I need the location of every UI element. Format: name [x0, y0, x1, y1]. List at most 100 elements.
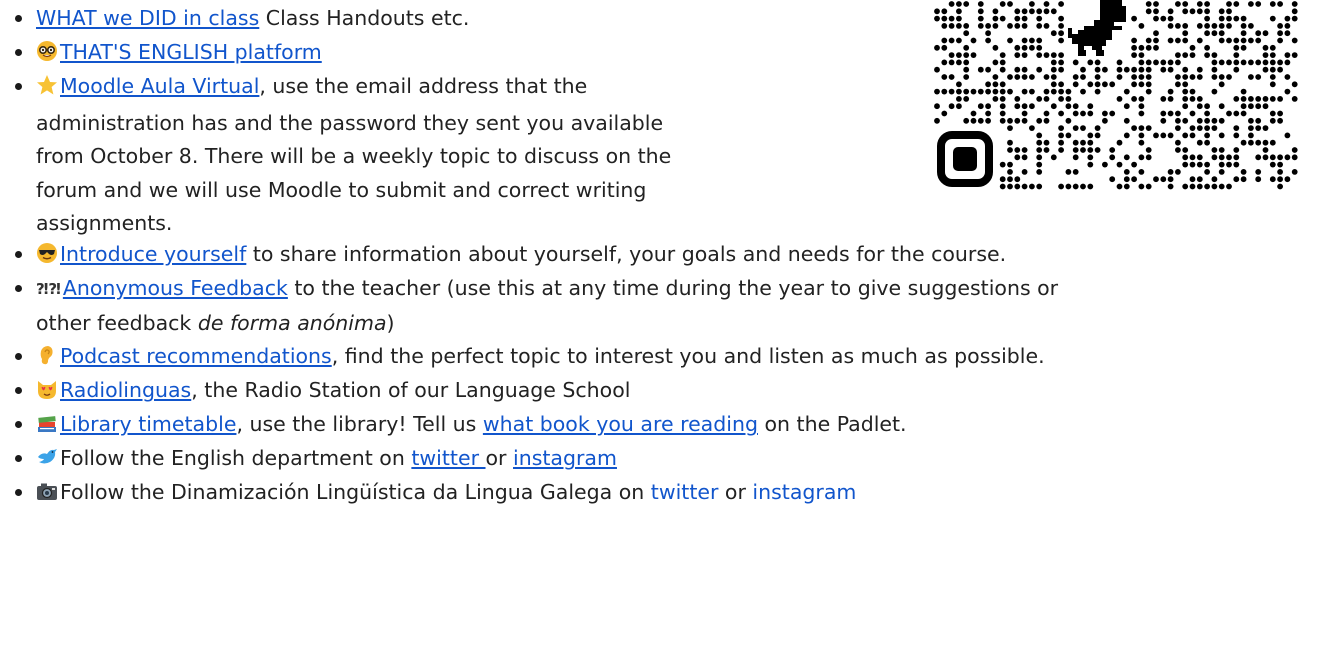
qr-dot — [1102, 117, 1108, 124]
qr-dot — [1182, 30, 1189, 37]
qr-dot — [1262, 66, 1269, 73]
qr-dot — [1050, 81, 1057, 88]
qr-dot — [999, 96, 1006, 102]
qr-dot — [1284, 132, 1291, 139]
qr-dot — [1204, 125, 1210, 131]
link-radiolinguas[interactable]: Radiolinguas — [60, 378, 191, 402]
qr-dot — [1021, 8, 1028, 15]
qr-dot — [1138, 44, 1145, 51]
qr-dot — [1021, 154, 1028, 161]
qr-dot — [1211, 183, 1218, 190]
qr-dot — [1116, 139, 1123, 146]
qr-dot — [1291, 81, 1298, 88]
qr-dot — [999, 110, 1006, 117]
link-thats-english[interactable]: THAT'S ENGLISH platform — [60, 40, 322, 64]
qr-dot — [1138, 103, 1145, 110]
qr-dot — [1189, 44, 1196, 51]
qr-dot — [1226, 37, 1232, 44]
qr-dot — [1014, 15, 1021, 22]
qr-dot — [1196, 103, 1203, 110]
qr-dot — [1240, 44, 1247, 51]
qr-dot — [1036, 66, 1043, 73]
item-text: administration has and the password they… — [36, 110, 664, 135]
qr-dot — [1153, 176, 1159, 183]
qr-dot — [1204, 44, 1210, 51]
link-english-twitter[interactable]: twitter — [411, 446, 485, 470]
qr-dot — [1138, 66, 1145, 73]
qr-dot — [1233, 110, 1240, 117]
qr-dot — [963, 44, 970, 51]
qr-dot — [1087, 132, 1094, 139]
qr-dot — [1167, 59, 1174, 66]
qr-dot — [992, 44, 999, 51]
qr-dot — [1196, 154, 1203, 161]
item-text: to the teacher (use this at any time dur… — [287, 276, 1059, 300]
link-anonymous-feedback[interactable]: Anonymous Feedback — [63, 276, 288, 300]
qr-dot — [1284, 52, 1291, 58]
qr-dot — [1211, 125, 1218, 131]
list-item: Introduce yourself to share information … — [15, 238, 1006, 275]
link-podcast-recommendations[interactable]: Podcast recommendations — [60, 344, 332, 368]
qr-dot — [1218, 59, 1225, 66]
qr-dot — [1102, 110, 1108, 117]
qr-dot — [1182, 66, 1189, 73]
bullet — [15, 353, 22, 360]
qr-dot — [1029, 88, 1035, 95]
qr-dot — [1102, 66, 1108, 73]
qr-dot — [1058, 132, 1064, 139]
qr-dot — [1036, 96, 1043, 102]
qr-dot — [1145, 8, 1152, 15]
qr-dot — [1109, 176, 1116, 183]
qr-dot — [1021, 117, 1028, 124]
qr-dot — [1116, 161, 1123, 168]
qr-dot — [992, 81, 999, 88]
qr-dot — [1189, 125, 1196, 131]
qr-dot — [1036, 169, 1043, 175]
qr-dot — [1189, 132, 1196, 139]
qr-dot — [1145, 88, 1152, 95]
qr-dot — [956, 59, 962, 66]
qr-dot — [1233, 52, 1240, 58]
qr-dot — [1240, 169, 1247, 175]
qr-dot — [1138, 81, 1145, 88]
link-what-book-reading[interactable]: what book you are reading — [483, 412, 758, 436]
qr-dot — [934, 8, 940, 15]
qr-dot — [948, 52, 955, 58]
qr-dot — [999, 15, 1006, 22]
qr-dot — [1058, 66, 1064, 73]
qr-dot — [992, 8, 999, 15]
qr-dot — [1007, 117, 1013, 124]
qr-dot — [1167, 37, 1174, 44]
qr-dot — [1218, 103, 1225, 110]
qr-dot — [1109, 110, 1116, 117]
link-introduce-yourself[interactable]: Introduce yourself — [60, 242, 246, 266]
qr-dot — [1233, 59, 1240, 66]
qr-dot — [1175, 23, 1181, 29]
qr-dot — [963, 96, 970, 102]
link-what-we-did[interactable]: WHAT we DID in class — [36, 6, 259, 30]
qr-dot — [1138, 183, 1145, 190]
qr-dot — [1145, 74, 1152, 80]
qr-dot — [1021, 52, 1028, 58]
qr-dot — [1087, 103, 1094, 110]
qr-dot — [1131, 52, 1137, 58]
link-library-timetable[interactable]: Library timetable — [60, 412, 236, 436]
link-english-instagram[interactable]: instagram — [513, 446, 617, 470]
qr-dot — [1036, 23, 1043, 29]
qr-dot — [1014, 23, 1021, 29]
qr-dot — [1087, 161, 1094, 168]
link-galego-twitter[interactable]: twitter — [651, 480, 719, 504]
qr-dot — [1014, 96, 1021, 102]
qr-dot — [1248, 23, 1254, 29]
link-moodle[interactable]: Moodle Aula Virtual — [60, 74, 259, 98]
qr-dot — [963, 59, 970, 66]
qr-dot — [1255, 169, 1262, 175]
qr-dot — [1167, 88, 1174, 95]
qr-code[interactable] — [932, 0, 1300, 191]
qr-dot — [1058, 30, 1064, 37]
qr-dot — [948, 15, 955, 22]
qr-dot — [1182, 117, 1189, 124]
qr-dot — [1072, 169, 1079, 175]
qr-dot — [1094, 59, 1101, 66]
link-galego-instagram[interactable]: instagram — [752, 480, 856, 504]
